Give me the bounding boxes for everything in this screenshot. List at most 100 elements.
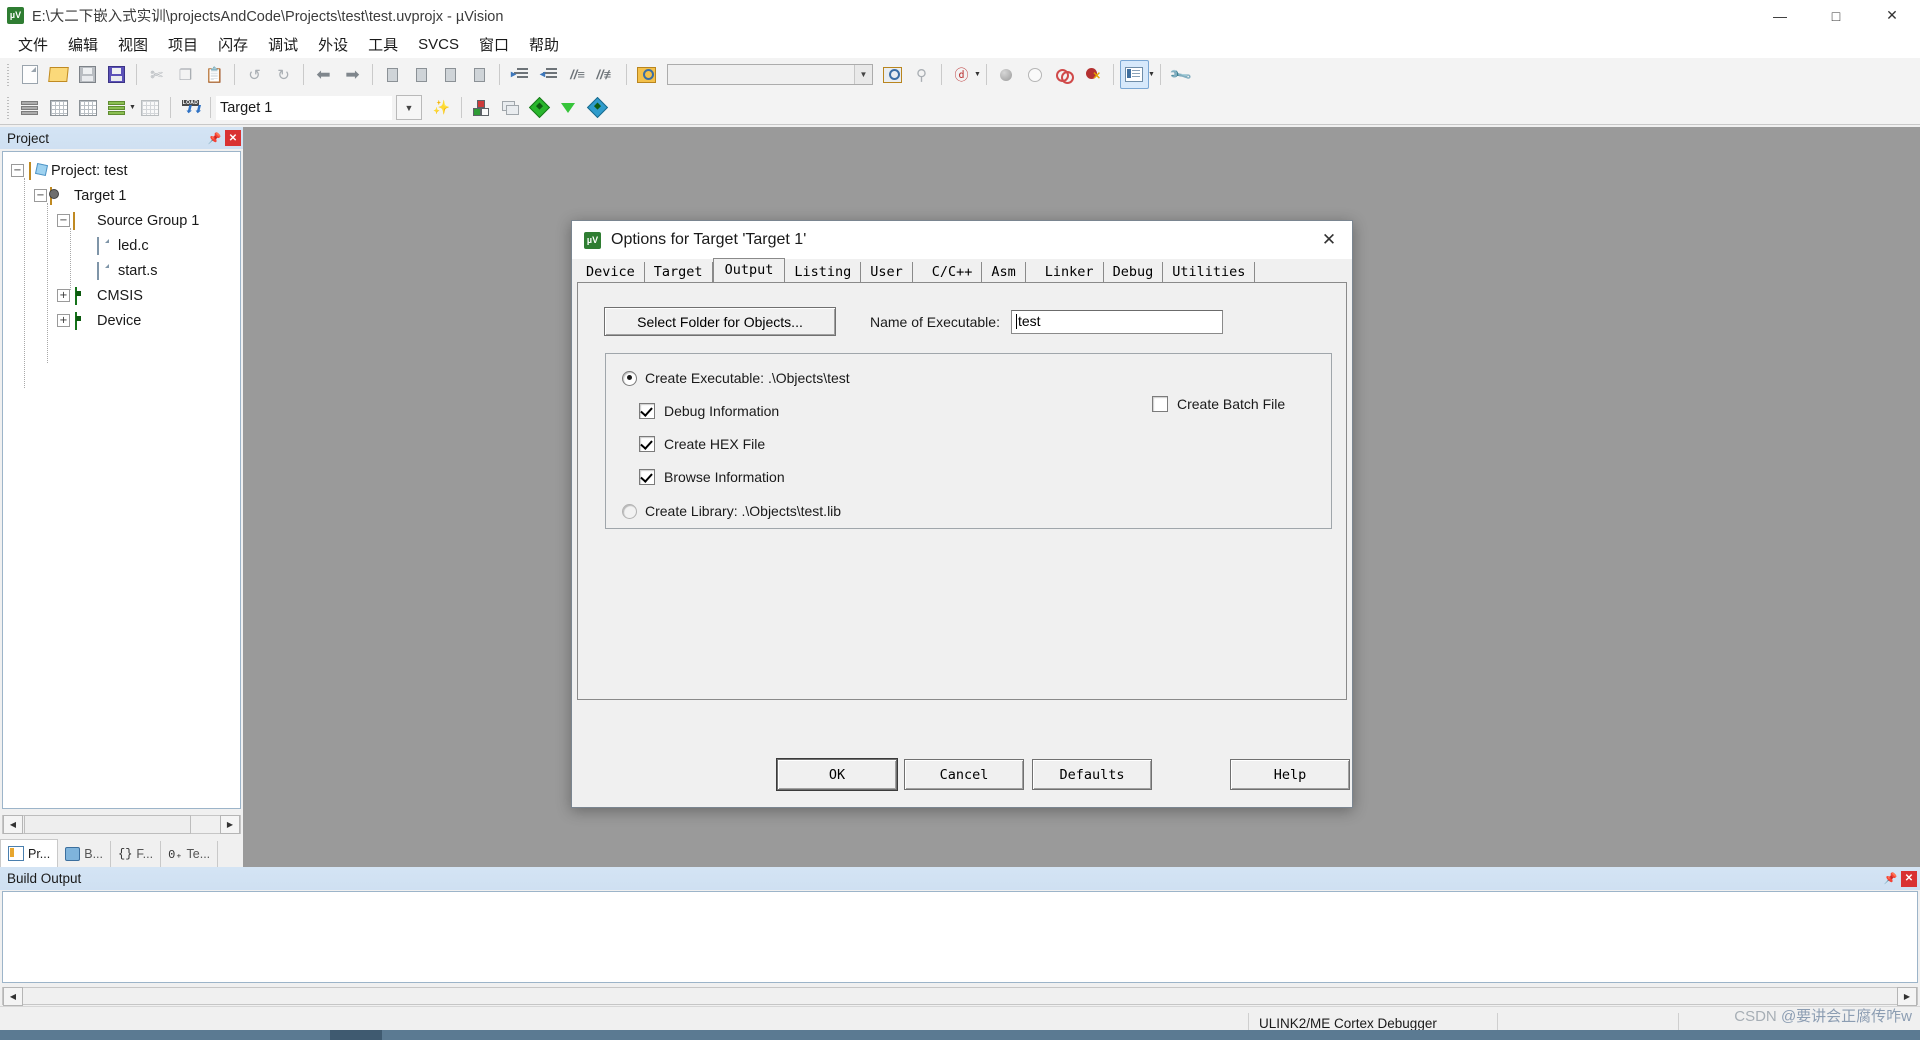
save-all-icon[interactable] <box>103 61 130 88</box>
uncomment-icon[interactable]: //≢ <box>593 61 620 88</box>
tab-output[interactable]: Output <box>712 257 786 284</box>
scroll-right-icon[interactable]: ▶ <box>1897 986 1917 1006</box>
manage-run-time-env-icon[interactable] <box>555 94 582 121</box>
menu-item-svcs[interactable]: SVCS <box>408 33 469 56</box>
kill-all-breakpoints-icon[interactable]: ✕ <box>1080 61 1107 88</box>
browse-information-checkbox[interactable]: Browse Information <box>639 469 785 485</box>
target-options-icon[interactable] <box>468 94 495 121</box>
scroll-left-icon[interactable]: ◀ <box>3 986 23 1006</box>
tab-device[interactable]: Device <box>577 261 645 283</box>
undo-icon[interactable]: ↺ <box>241 61 268 88</box>
configure-icon[interactable]: 🔧 <box>1167 61 1194 88</box>
build-output-horizontal-scrollbar[interactable]: ◀ ▶ <box>2 986 1918 1006</box>
menu-item-tools[interactable]: 工具 <box>358 31 408 58</box>
build-icon[interactable] <box>45 94 72 121</box>
debug-information-checkbox[interactable]: Debug Information <box>639 403 779 419</box>
chevron-down-icon[interactable]: ▼ <box>974 71 981 78</box>
save-icon[interactable] <box>74 61 101 88</box>
bookmark-toggle-icon[interactable] <box>379 61 406 88</box>
menu-item-edit[interactable]: 编辑 <box>58 31 108 58</box>
dialog-close-button[interactable]: ✕ <box>1306 221 1352 259</box>
project-tree[interactable]: − Project: test − Target 1 − Source Grou… <box>2 151 241 809</box>
select-folder-for-objects-button[interactable]: Select Folder for Objects... <box>604 307 836 336</box>
manage-project-items-icon[interactable] <box>497 94 524 121</box>
maximize-button[interactable]: □ <box>1808 0 1864 31</box>
tab-utilities[interactable]: Utilities <box>1163 261 1256 283</box>
menu-item-peripherals[interactable]: 外设 <box>308 31 358 58</box>
insert-bookmark-icon[interactable] <box>879 61 906 88</box>
tab-linker[interactable]: Linker <box>1036 261 1104 283</box>
pack-installer-icon[interactable] <box>526 94 553 121</box>
tree-toggle[interactable]: − <box>11 164 24 177</box>
menu-item-window[interactable]: 窗口 <box>469 31 519 58</box>
paste-icon[interactable]: 📋 <box>201 61 228 88</box>
disable-breakpoint-icon[interactable] <box>1022 61 1049 88</box>
find-in-files-icon[interactable] <box>633 61 660 88</box>
project-window-icon[interactable] <box>1119 60 1149 89</box>
copy-icon[interactable]: ❐ <box>172 61 199 88</box>
chevron-down-icon[interactable]: ▼ <box>129 104 136 111</box>
translate-icon[interactable] <box>16 94 43 121</box>
tree-toggle[interactable]: − <box>57 214 70 227</box>
tree-node-start-s[interactable]: start.s <box>3 258 240 283</box>
minimize-button[interactable]: — <box>1752 0 1808 31</box>
close-window-button[interactable]: ✕ <box>1864 0 1920 31</box>
navigate-forward-icon[interactable]: ➡ <box>339 61 366 88</box>
ok-button[interactable]: OK <box>777 759 897 790</box>
tree-node-cmsis[interactable]: + CMSIS <box>3 283 240 308</box>
build-output-content[interactable] <box>2 891 1918 983</box>
find-icon[interactable]: ⚲ <box>908 61 935 88</box>
tree-node-project[interactable]: − Project: test <box>3 158 240 183</box>
rebuild-icon[interactable] <box>74 94 101 121</box>
pin-icon[interactable]: 📌 <box>207 131 222 146</box>
search-input[interactable]: ▼ <box>667 64 873 85</box>
menu-item-view[interactable]: 视图 <box>108 31 158 58</box>
close-icon[interactable]: ✕ <box>225 130 241 146</box>
target-selector[interactable]: Target 1 <box>215 95 392 120</box>
close-icon[interactable]: ✕ <box>1901 870 1917 887</box>
tree-toggle[interactable]: − <box>34 189 47 202</box>
menu-item-file[interactable]: 文件 <box>8 31 58 58</box>
menu-item-help[interactable]: 帮助 <box>519 31 569 58</box>
select-software-packs-icon[interactable] <box>584 94 611 121</box>
run-configuration-wizard-icon[interactable]: ✨ <box>428 94 455 121</box>
cut-icon[interactable]: ✄ <box>143 61 170 88</box>
tab-templates[interactable]: 0₊ Te... <box>161 841 219 867</box>
tab-user[interactable]: User <box>861 261 913 283</box>
open-file-icon[interactable] <box>45 61 72 88</box>
tree-toggle[interactable]: + <box>57 314 70 327</box>
scrollbar-thumb[interactable] <box>24 815 191 834</box>
bookmark-prev-icon[interactable] <box>408 61 435 88</box>
menu-item-project[interactable]: 项目 <box>158 31 208 58</box>
tab-books[interactable]: B... <box>58 841 111 867</box>
debug-session-icon[interactable]: ⓓ <box>948 61 975 88</box>
download-icon[interactable]: LOAD ⬇⬇ <box>177 94 204 121</box>
tree-node-device[interactable]: + Device <box>3 308 240 333</box>
menu-item-debug[interactable]: 调试 <box>258 31 308 58</box>
tree-node-led-c[interactable]: led.c <box>3 233 240 258</box>
name-of-executable-input[interactable]: test <box>1011 310 1223 334</box>
create-batch-file-checkbox[interactable]: Create Batch File <box>1152 396 1285 412</box>
tab-project[interactable]: Pr... <box>0 839 59 867</box>
toolbar-grip[interactable] <box>4 63 12 86</box>
defaults-button[interactable]: Defaults <box>1032 759 1152 790</box>
outdent-icon[interactable]: ◂ <box>535 61 562 88</box>
batch-build-icon[interactable] <box>103 94 130 121</box>
toolbar-grip[interactable] <box>4 96 12 119</box>
navigate-back-icon[interactable]: ⬅ <box>310 61 337 88</box>
breakpoint-icon[interactable] <box>993 61 1020 88</box>
new-file-icon[interactable] <box>16 61 43 88</box>
cancel-button[interactable]: Cancel <box>904 759 1024 790</box>
stop-build-icon[interactable] <box>137 94 164 121</box>
menu-item-flash[interactable]: 闪存 <box>208 31 258 58</box>
tab-functions[interactable]: {} F... <box>111 841 162 867</box>
tab-target[interactable]: Target <box>645 261 713 283</box>
create-library-radio[interactable]: Create Library: .\Objects\test.lib <box>622 503 841 519</box>
bookmark-next-icon[interactable] <box>437 61 464 88</box>
comment-icon[interactable]: //≡ <box>564 61 591 88</box>
bookmark-clear-icon[interactable] <box>466 61 493 88</box>
project-tree-horizontal-scrollbar[interactable]: ◀ ▶ <box>2 815 241 834</box>
scroll-left-icon[interactable]: ◀ <box>3 815 23 834</box>
tab-c-cpp[interactable]: C/C++ <box>923 261 983 283</box>
tab-debug[interactable]: Debug <box>1104 261 1164 283</box>
